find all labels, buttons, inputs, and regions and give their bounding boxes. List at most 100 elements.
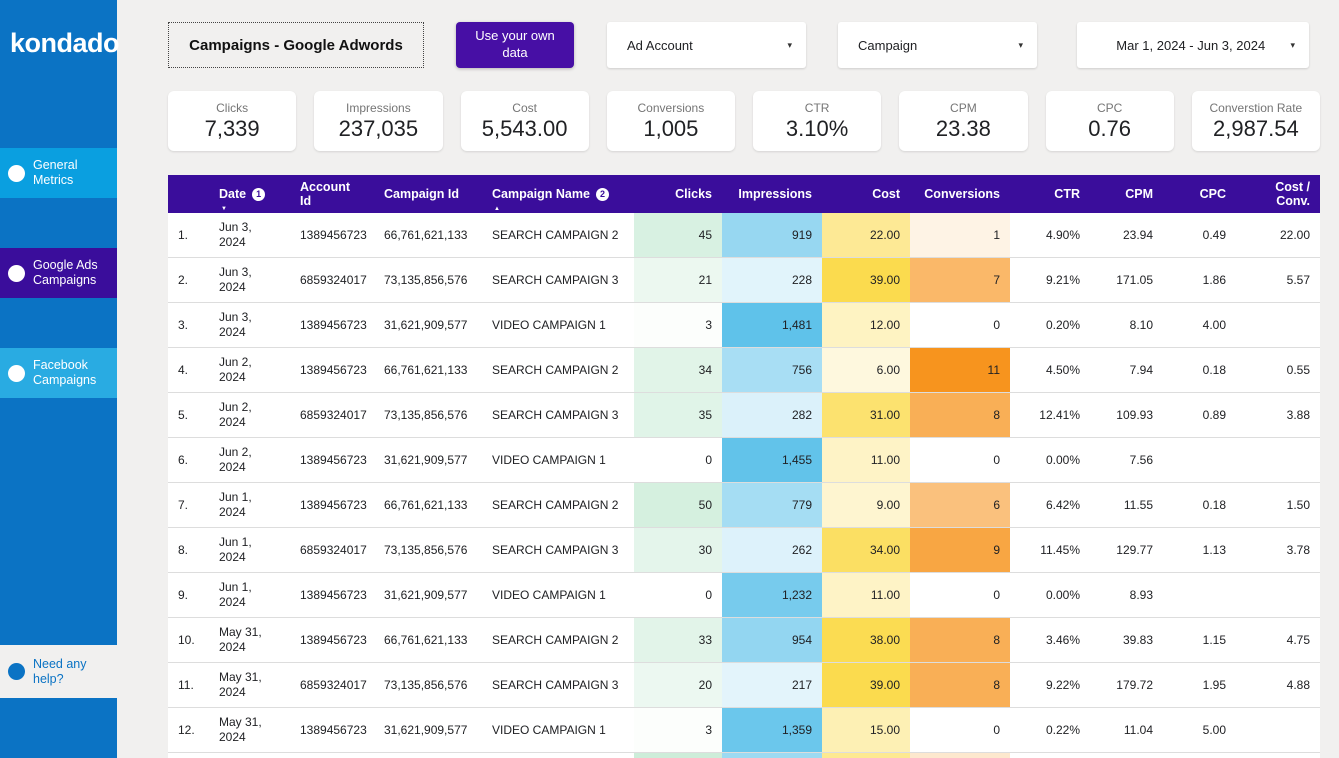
cell-cpm: 26.87 [1090, 752, 1163, 758]
cell-clicks: 21 [634, 257, 722, 303]
cell-ctr: 0.22% [1010, 707, 1090, 753]
cell-cpc: 0.89 [1163, 392, 1236, 438]
cell-clicks: 0 [634, 572, 722, 618]
cell-cost: 6.00 [822, 347, 910, 393]
cell-date: May 30, 2024 [209, 752, 290, 758]
cell-cpm: 11.04 [1090, 707, 1163, 753]
cell-account_id: 1389456723 [290, 572, 374, 618]
cell-date: May 31, 2024 [209, 707, 290, 753]
cell-campaign_name: VIDEO CAMPAIGN 1 [482, 572, 634, 618]
ad-account-dropdown[interactable]: Ad Account ▾ [607, 22, 806, 68]
column-header-cost_conv[interactable]: Cost / Conv. [1236, 175, 1320, 213]
campaign-dropdown[interactable]: Campaign ▾ [838, 22, 1037, 68]
cell-ctr: 11.45% [1010, 527, 1090, 573]
cell-campaign_name: VIDEO CAMPAIGN 1 [482, 707, 634, 753]
cell-cpm: 129.77 [1090, 527, 1163, 573]
cell-campaign_name: SEARCH CAMPAIGN 2 [482, 482, 634, 528]
cell-campaign_id: 66,761,621,133 [374, 347, 482, 393]
cell-campaign_id: 66,761,621,133 [374, 213, 482, 258]
sidebar-item-facebook-campaigns[interactable]: Facebook Campaigns [0, 348, 117, 398]
cell-ctr: 3.46% [1010, 617, 1090, 663]
cell-campaign_id: 31,621,909,577 [374, 302, 482, 348]
cell-ctr: 4.90% [1010, 213, 1090, 258]
cell-date: Jun 2, 2024 [209, 392, 290, 438]
cell-row-number: 13. [168, 752, 209, 758]
cell-cost: 39.00 [822, 257, 910, 303]
cell-row-number: 11. [168, 662, 209, 708]
cell-row-number: 6. [168, 437, 209, 483]
column-header-campaign_name[interactable]: Campaign Name 2 ▲ [482, 175, 634, 213]
report-title-box[interactable]: Campaigns - Google Adwords [168, 22, 424, 68]
cell-account_id: 1389456723 [290, 302, 374, 348]
cell-ctr: 0.00% [1010, 437, 1090, 483]
cell-campaign_id: 73,135,856,576 [374, 392, 482, 438]
cell-date: Jun 2, 2024 [209, 437, 290, 483]
cell-cost_conv [1236, 437, 1320, 483]
cell-row-number: 12. [168, 707, 209, 753]
cell-cpm: 11.55 [1090, 482, 1163, 528]
cell-conversions: 0 [910, 572, 1010, 618]
sidebar-item-label: Need any help? [33, 656, 87, 686]
kpi-value: 0.76 [1088, 115, 1132, 141]
column-header-campaign_id[interactable]: Campaign Id [374, 175, 482, 213]
cell-cost_conv [1236, 302, 1320, 348]
column-header-date[interactable]: Date 1 ▼ [209, 175, 290, 213]
cell-date: Jun 3, 2024 [209, 302, 290, 348]
table-row: 12. May 31, 2024 1389456723 31,621,909,577 V… [168, 707, 1320, 753]
cell-date: May 31, 2024 [209, 662, 290, 708]
cell-cpm: 7.56 [1090, 437, 1163, 483]
column-header-impressions[interactable]: Impressions [722, 175, 822, 213]
kpi-card-cost: Cost 5,543.00 [460, 91, 589, 151]
cell-cost: 9.00 [822, 482, 910, 528]
use-own-data-button[interactable]: Use your own data [456, 22, 574, 68]
column-header-row-number[interactable] [168, 175, 209, 213]
cell-row-number: 9. [168, 572, 209, 618]
sidebar-item-google-ads-campaigns[interactable]: Google Ads Campaigns [0, 248, 117, 298]
date-range-picker[interactable]: Mar 1, 2024 - Jun 3, 2024 ▾ [1077, 22, 1309, 68]
cell-row-number: 3. [168, 302, 209, 348]
cell-date: Jun 1, 2024 [209, 482, 290, 528]
kpi-value: 3.10% [785, 115, 849, 141]
cell-cpc: 0.18 [1163, 347, 1236, 393]
column-header-cpc[interactable]: CPC [1163, 175, 1236, 213]
cell-date: Jun 2, 2024 [209, 347, 290, 393]
sidebar-item-label: Google Ads Campaigns [33, 258, 98, 287]
bullet-icon [8, 364, 25, 382]
cell-cost: 31.00 [822, 392, 910, 438]
cell-clicks: 60 [634, 752, 722, 758]
cell-cost: 34.00 [822, 527, 910, 573]
kpi-card-ctr: CTR 3.10% [753, 91, 882, 151]
cell-ctr: 4.50% [1010, 347, 1090, 393]
cell-date: Jun 3, 2024 [209, 257, 290, 303]
cell-date: May 31, 2024 [209, 617, 290, 663]
cell-row-number: 7. [168, 482, 209, 528]
column-header-cpm[interactable]: CPM [1090, 175, 1163, 213]
table-row: 1. Jun 3, 2024 1389456723 66,761,621,133 SEA… [168, 213, 1320, 258]
sidebar-item-label: General Metrics [33, 158, 78, 187]
cell-cpc: 1.13 [1163, 527, 1236, 573]
main-content: Campaigns - Google Adwords Use your own … [117, 0, 1339, 758]
cell-campaign_id: 66,761,621,133 [374, 752, 482, 758]
column-header-conversions[interactable]: Conversions [910, 175, 1010, 213]
sort-asc-icon: ▲ [494, 206, 500, 212]
cell-row-number: 8. [168, 527, 209, 573]
column-header-account_id[interactable]: Account Id [290, 175, 374, 213]
cell-cost: 23.00 [822, 752, 910, 758]
table-header-row: Date 1 ▼ Account Id Campaign Id Campaign Name… [168, 175, 1320, 213]
cell-row-number: 10. [168, 617, 209, 663]
cell-impressions: 856 [722, 752, 822, 758]
sidebar-item-general-metrics[interactable]: General Metrics [0, 148, 117, 198]
cell-conversions: 2 [910, 752, 1010, 758]
cell-row-number: 2. [168, 257, 209, 303]
cell-account_id: 1389456723 [290, 437, 374, 483]
column-header-ctr[interactable]: CTR [1010, 175, 1090, 213]
cell-campaign_id: 73,135,856,576 [374, 662, 482, 708]
cell-campaign_name: SEARCH CAMPAIGN 2 [482, 752, 634, 758]
column-header-cost[interactable]: Cost [822, 175, 910, 213]
cell-row-number: 4. [168, 347, 209, 393]
kpi-label: Conversions [637, 100, 705, 115]
sidebar-item-need-help[interactable]: Need any help? [0, 645, 117, 698]
column-header-clicks[interactable]: Clicks [634, 175, 722, 213]
cell-cpm: 109.93 [1090, 392, 1163, 438]
cell-cost: 11.00 [822, 437, 910, 483]
